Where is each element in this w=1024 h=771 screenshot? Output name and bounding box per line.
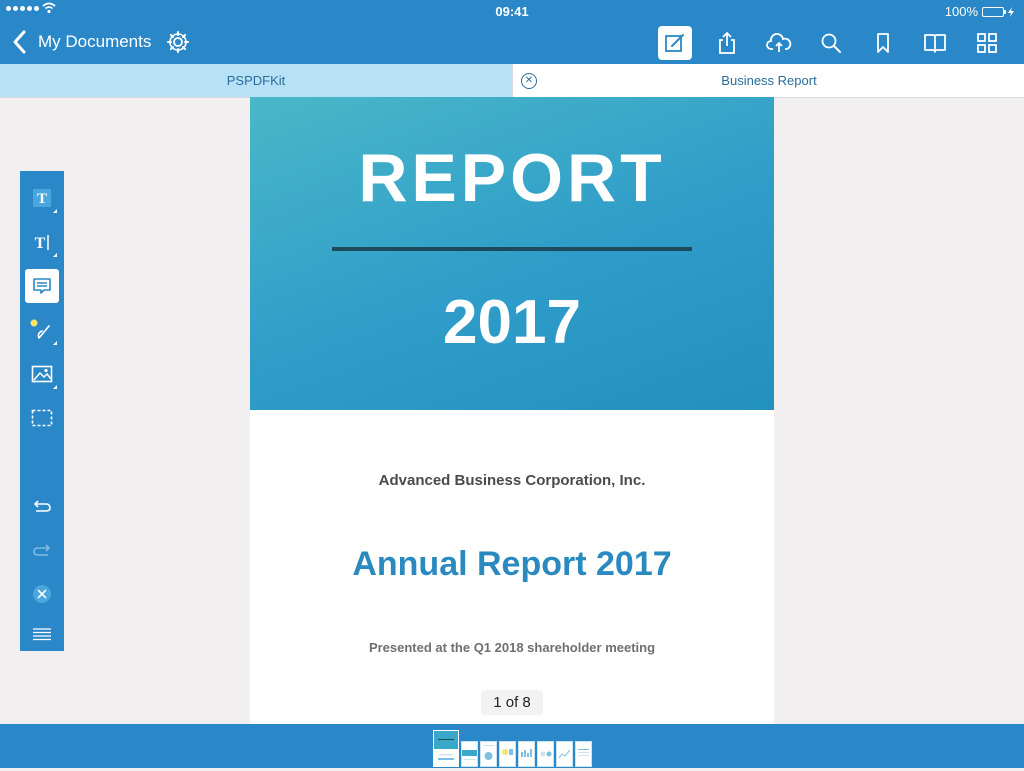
page-indicator: 1 of 8 — [481, 690, 543, 715]
free-text-button[interactable]: T — [25, 225, 59, 259]
cover-year: 2017 — [443, 288, 581, 357]
status-bar: 09:41 100% — [0, 0, 1024, 22]
page-thumbnail[interactable] — [537, 741, 554, 767]
back-button-label: My Documents — [38, 32, 152, 51]
free-text-icon: T — [35, 235, 49, 252]
share-icon — [719, 31, 735, 54]
thumbnail-grid-button[interactable] — [970, 26, 1004, 60]
svg-text:T: T — [37, 191, 47, 207]
toolbar-menu-button[interactable] — [25, 617, 59, 651]
page-thumbnail[interactable] — [575, 741, 592, 767]
annotation-toolbar: T T — [20, 171, 64, 651]
bookmark-button[interactable] — [866, 26, 900, 60]
svg-text:T: T — [35, 235, 46, 252]
cloud-upload-button[interactable] — [762, 26, 796, 60]
page-thumbnail[interactable] — [518, 741, 535, 767]
page-thumbnail[interactable] — [461, 741, 478, 767]
top-navigation-bar: 09:41 100% My Documents — [0, 0, 1024, 64]
document-toolbar — [658, 26, 1004, 60]
presentation-note: Presented at the Q1 2018 shareholder mee… — [368, 640, 656, 655]
back-button[interactable]: My Documents — [10, 28, 151, 56]
page-thumbnail[interactable] — [499, 741, 516, 767]
book-icon — [924, 34, 946, 53]
share-button[interactable] — [710, 26, 744, 60]
redo-button[interactable] — [25, 533, 59, 567]
bookmark-icon — [877, 33, 889, 53]
status-time: 09:41 — [495, 4, 529, 19]
battery-percent: 100% — [944, 4, 978, 19]
company-name: Advanced Business Corporation, Inc. — [378, 472, 646, 489]
image-icon — [31, 365, 53, 383]
thumbnail-strip — [433, 730, 592, 767]
tab-business-report[interactable]: ✕ Business Report — [512, 64, 1024, 97]
chevron-left-icon — [13, 30, 26, 54]
image-button[interactable] — [25, 357, 59, 391]
annual-report-title: Annual Report 2017 — [352, 545, 672, 583]
close-icon — [33, 585, 51, 603]
page-thumbnail[interactable] — [433, 730, 459, 767]
close-toolbar-button[interactable] — [25, 577, 59, 611]
selection-button[interactable] — [25, 401, 59, 435]
close-tab-icon[interactable]: ✕ — [521, 73, 537, 89]
document-page[interactable]: REPORT 2017 Advanced Business Corporatio… — [250, 97, 774, 725]
cover-title: REPORT — [358, 140, 666, 216]
tab-pspdfkit[interactable]: PSPDFKit — [0, 64, 512, 97]
document-tabs: PSPDFKit ✕ Business Report — [0, 64, 1024, 98]
redo-icon — [33, 544, 51, 556]
navigation-row: My Documents — [0, 22, 1024, 64]
page-thumbnail[interactable] — [480, 741, 497, 767]
text-annotation-button[interactable]: T — [25, 181, 59, 215]
search-button[interactable] — [814, 26, 848, 60]
undo-button[interactable] — [25, 489, 59, 523]
gear-icon[interactable] — [166, 30, 190, 54]
report-cover-banner: REPORT 2017 — [250, 97, 774, 410]
ink-icon — [30, 319, 50, 339]
tab-label: PSPDFKit — [226, 73, 286, 88]
cover-divider — [332, 247, 692, 251]
note-icon — [33, 278, 51, 294]
charging-bolt-icon — [1008, 6, 1014, 17]
note-button[interactable] — [25, 269, 59, 303]
edit-icon — [665, 34, 684, 52]
search-icon — [821, 33, 841, 53]
menu-icon — [33, 628, 51, 641]
tab-label: Business Report — [721, 73, 817, 88]
grid-icon — [977, 33, 997, 53]
ink-button[interactable] — [25, 313, 59, 347]
text-annotation-icon: T — [33, 189, 51, 207]
page-thumbnail[interactable] — [556, 741, 573, 767]
undo-icon — [33, 500, 51, 512]
cloud-upload-icon — [766, 33, 792, 52]
battery-indicator: 100% — [945, 4, 1014, 19]
battery-icon — [982, 6, 1006, 17]
selection-icon — [31, 409, 53, 427]
outline-button[interactable] — [918, 26, 952, 60]
edit-annotations-button[interactable] — [658, 26, 692, 60]
